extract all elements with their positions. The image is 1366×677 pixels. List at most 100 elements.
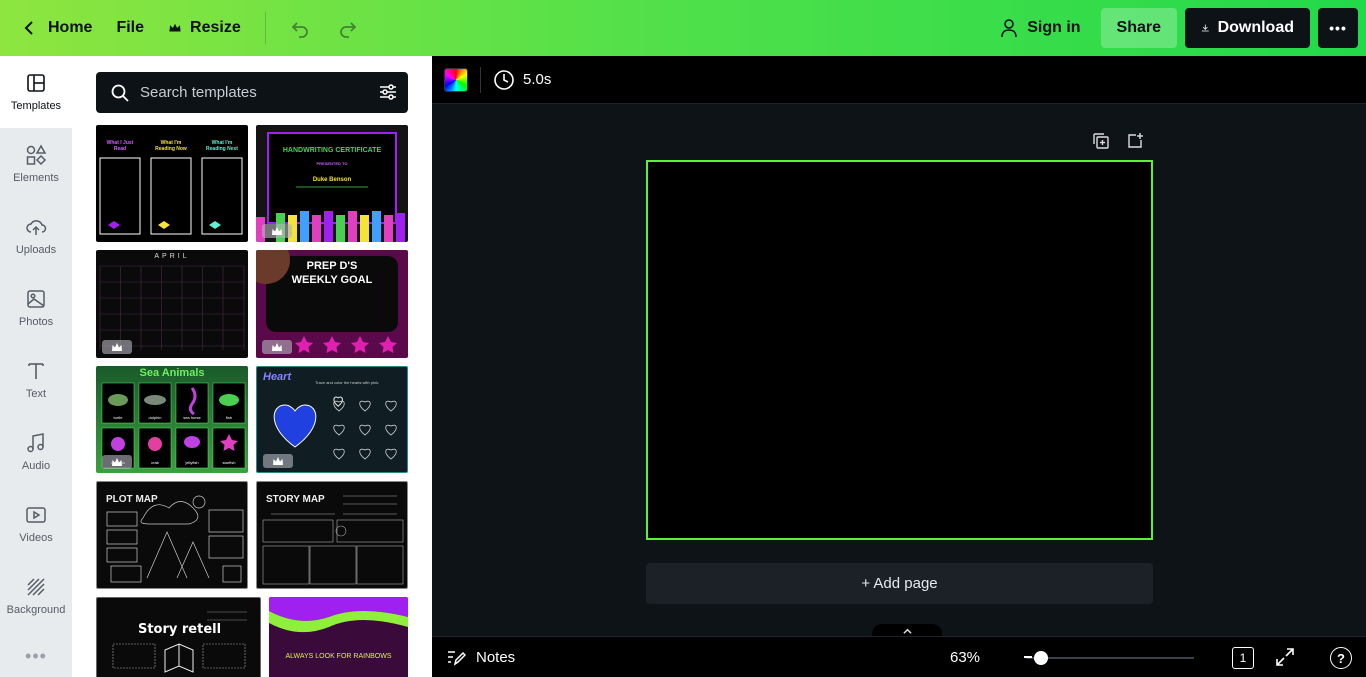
chevron-left-icon [24, 21, 33, 35]
more-dots-icon: ••• [1329, 20, 1347, 36]
add-page-icon[interactable] [1126, 132, 1144, 150]
undo-icon [291, 22, 308, 38]
crown-icon [272, 343, 282, 351]
rail-item-photos[interactable]: Photos [0, 272, 72, 344]
color-picker-swatch[interactable] [444, 67, 468, 92]
rail-label-uploads: Uploads [15, 244, 57, 256]
more-options-button[interactable]: ••• [1318, 8, 1358, 48]
template-handwriting-certificate[interactable]: HANDWRITING CERTIFICATE PRESENTED TO Duk… [256, 125, 408, 242]
rail-label-audio: Audio [21, 460, 51, 472]
home-button[interactable]: Home [8, 8, 104, 48]
template-rainbows[interactable]: ALWAYS LOOK FOR RAINBOWS [269, 597, 408, 677]
zoom-slider[interactable] [1024, 651, 1194, 665]
download-label: Download [1217, 19, 1294, 36]
editor-area: 5.0s + Add page [432, 56, 1366, 636]
sign-in-label: Sign in [1027, 19, 1081, 36]
duration-button[interactable]: 5.0s [493, 69, 551, 91]
share-label: Share [1116, 19, 1161, 36]
rail-item-videos[interactable]: Videos [0, 488, 72, 560]
premium-badge [102, 340, 132, 354]
crown-icon [273, 457, 283, 465]
template-reading-columns[interactable]: What I Just Read What I'm Reading Now Wh… [96, 125, 248, 242]
duplicate-page-icon[interactable] [1092, 132, 1110, 150]
filter-sliders-icon[interactable] [378, 82, 398, 102]
templates-panel: What I Just Read What I'm Reading Now Wh… [72, 56, 432, 677]
reading-heading-3: What I'm Reading Next [206, 140, 238, 152]
plot-map-title: PLOT MAP [106, 494, 158, 505]
template-story-map[interactable]: STORY MAP [256, 481, 408, 589]
sea-label-turtle: turtle [113, 415, 123, 420]
rail-item-background[interactable]: Background [0, 560, 72, 632]
certificate-subtitle: PRESENTED TO [316, 161, 348, 166]
undo-button[interactable] [278, 8, 322, 48]
add-page-button[interactable]: + Add page [646, 563, 1153, 604]
resize-label: Resize [190, 19, 241, 36]
rail-item-elements[interactable]: Elements [0, 128, 72, 200]
zoom-level[interactable]: 63% [950, 649, 980, 666]
calendar-title: APRIL [154, 253, 190, 260]
rail-item-text[interactable]: Text [0, 344, 72, 416]
toolbar-divider [264, 12, 266, 44]
toolbar-divider [480, 66, 481, 93]
image-icon [27, 290, 45, 308]
elements-icon [26, 144, 47, 166]
template-plot-map[interactable]: PLOT MAP [96, 481, 248, 589]
rail-label-videos: Videos [19, 532, 53, 544]
rail-item-audio[interactable]: Audio [0, 416, 72, 488]
zoom-slider-handle[interactable] [1034, 651, 1048, 665]
notes-button[interactable]: Notes [446, 647, 515, 667]
sign-in-button[interactable]: Sign in [987, 8, 1092, 48]
top-right-tools: Sign in Share Download ••• [987, 8, 1358, 48]
weekly-goal-line2: WEEKLY GOAL [291, 274, 373, 286]
premium-badge [262, 340, 292, 354]
rail-item-uploads[interactable]: Uploads [0, 200, 72, 272]
redo-button[interactable] [326, 8, 370, 48]
reading-heading-1: What I Just Read [106, 140, 134, 152]
search-icon [111, 84, 129, 102]
bottom-bar: Notes 63% 1 ? [432, 636, 1366, 677]
video-icon [26, 507, 46, 523]
resize-button[interactable]: Resize [156, 8, 253, 48]
notes-label: Notes [476, 648, 516, 666]
fullscreen-icon[interactable] [1275, 647, 1295, 667]
left-rail: Templates Elements Uploads Photos Text A… [0, 56, 72, 677]
sea-animals-title: Sea Animals [139, 367, 205, 379]
music-note-icon [27, 433, 44, 453]
heart-instruction: Trace and color the hearts with pink. [315, 380, 380, 385]
rail-label-elements: Elements [13, 172, 59, 184]
crown-icon [112, 458, 122, 466]
page-count-button[interactable]: 1 [1232, 647, 1254, 669]
file-menu-button[interactable]: File [104, 8, 156, 48]
rail-label-photos: Photos [18, 316, 54, 328]
sea-label-seahorse: sea horse [183, 415, 201, 420]
editor-toolbar: 5.0s [432, 56, 1366, 104]
template-april-calendar[interactable]: APRIL [96, 250, 248, 358]
template-story-retell[interactable]: Story retell [96, 597, 261, 677]
rail-more-button[interactable]: ••• [0, 646, 72, 667]
sea-label-fish: fish [225, 415, 233, 420]
search-input[interactable] [140, 84, 360, 101]
undo-redo-group [278, 8, 370, 48]
templates-icon [27, 74, 45, 92]
share-button[interactable]: Share [1100, 8, 1177, 48]
duration-label: 5.0s [523, 71, 552, 88]
story-map-title: STORY MAP [266, 494, 325, 505]
chevron-up-icon [902, 628, 912, 634]
download-button[interactable]: Download [1185, 8, 1310, 48]
help-button[interactable]: ? [1330, 647, 1352, 669]
user-icon [1001, 19, 1018, 38]
template-sea-animals[interactable]: Sea Animals turtle dolphin sea horse fis… [96, 366, 248, 473]
rail-item-templates[interactable]: Templates [0, 56, 72, 128]
template-weekly-goal[interactable]: PREP D'S WEEKLY GOAL [256, 250, 408, 358]
crown-icon [272, 227, 282, 235]
design-canvas[interactable] [646, 160, 1153, 540]
text-T-icon [28, 363, 44, 379]
rail-label-text: Text [25, 388, 47, 400]
rainbows-art [269, 597, 408, 633]
premium-badge [263, 454, 293, 468]
home-label: Home [48, 19, 93, 36]
template-heart-worksheet[interactable]: Heart Trace and color the hearts with pi… [256, 366, 408, 473]
crown-icon [169, 23, 181, 32]
zoom-out-mark [1024, 656, 1032, 658]
rainbows-title: ALWAYS LOOK FOR RAINBOWS [285, 653, 392, 660]
